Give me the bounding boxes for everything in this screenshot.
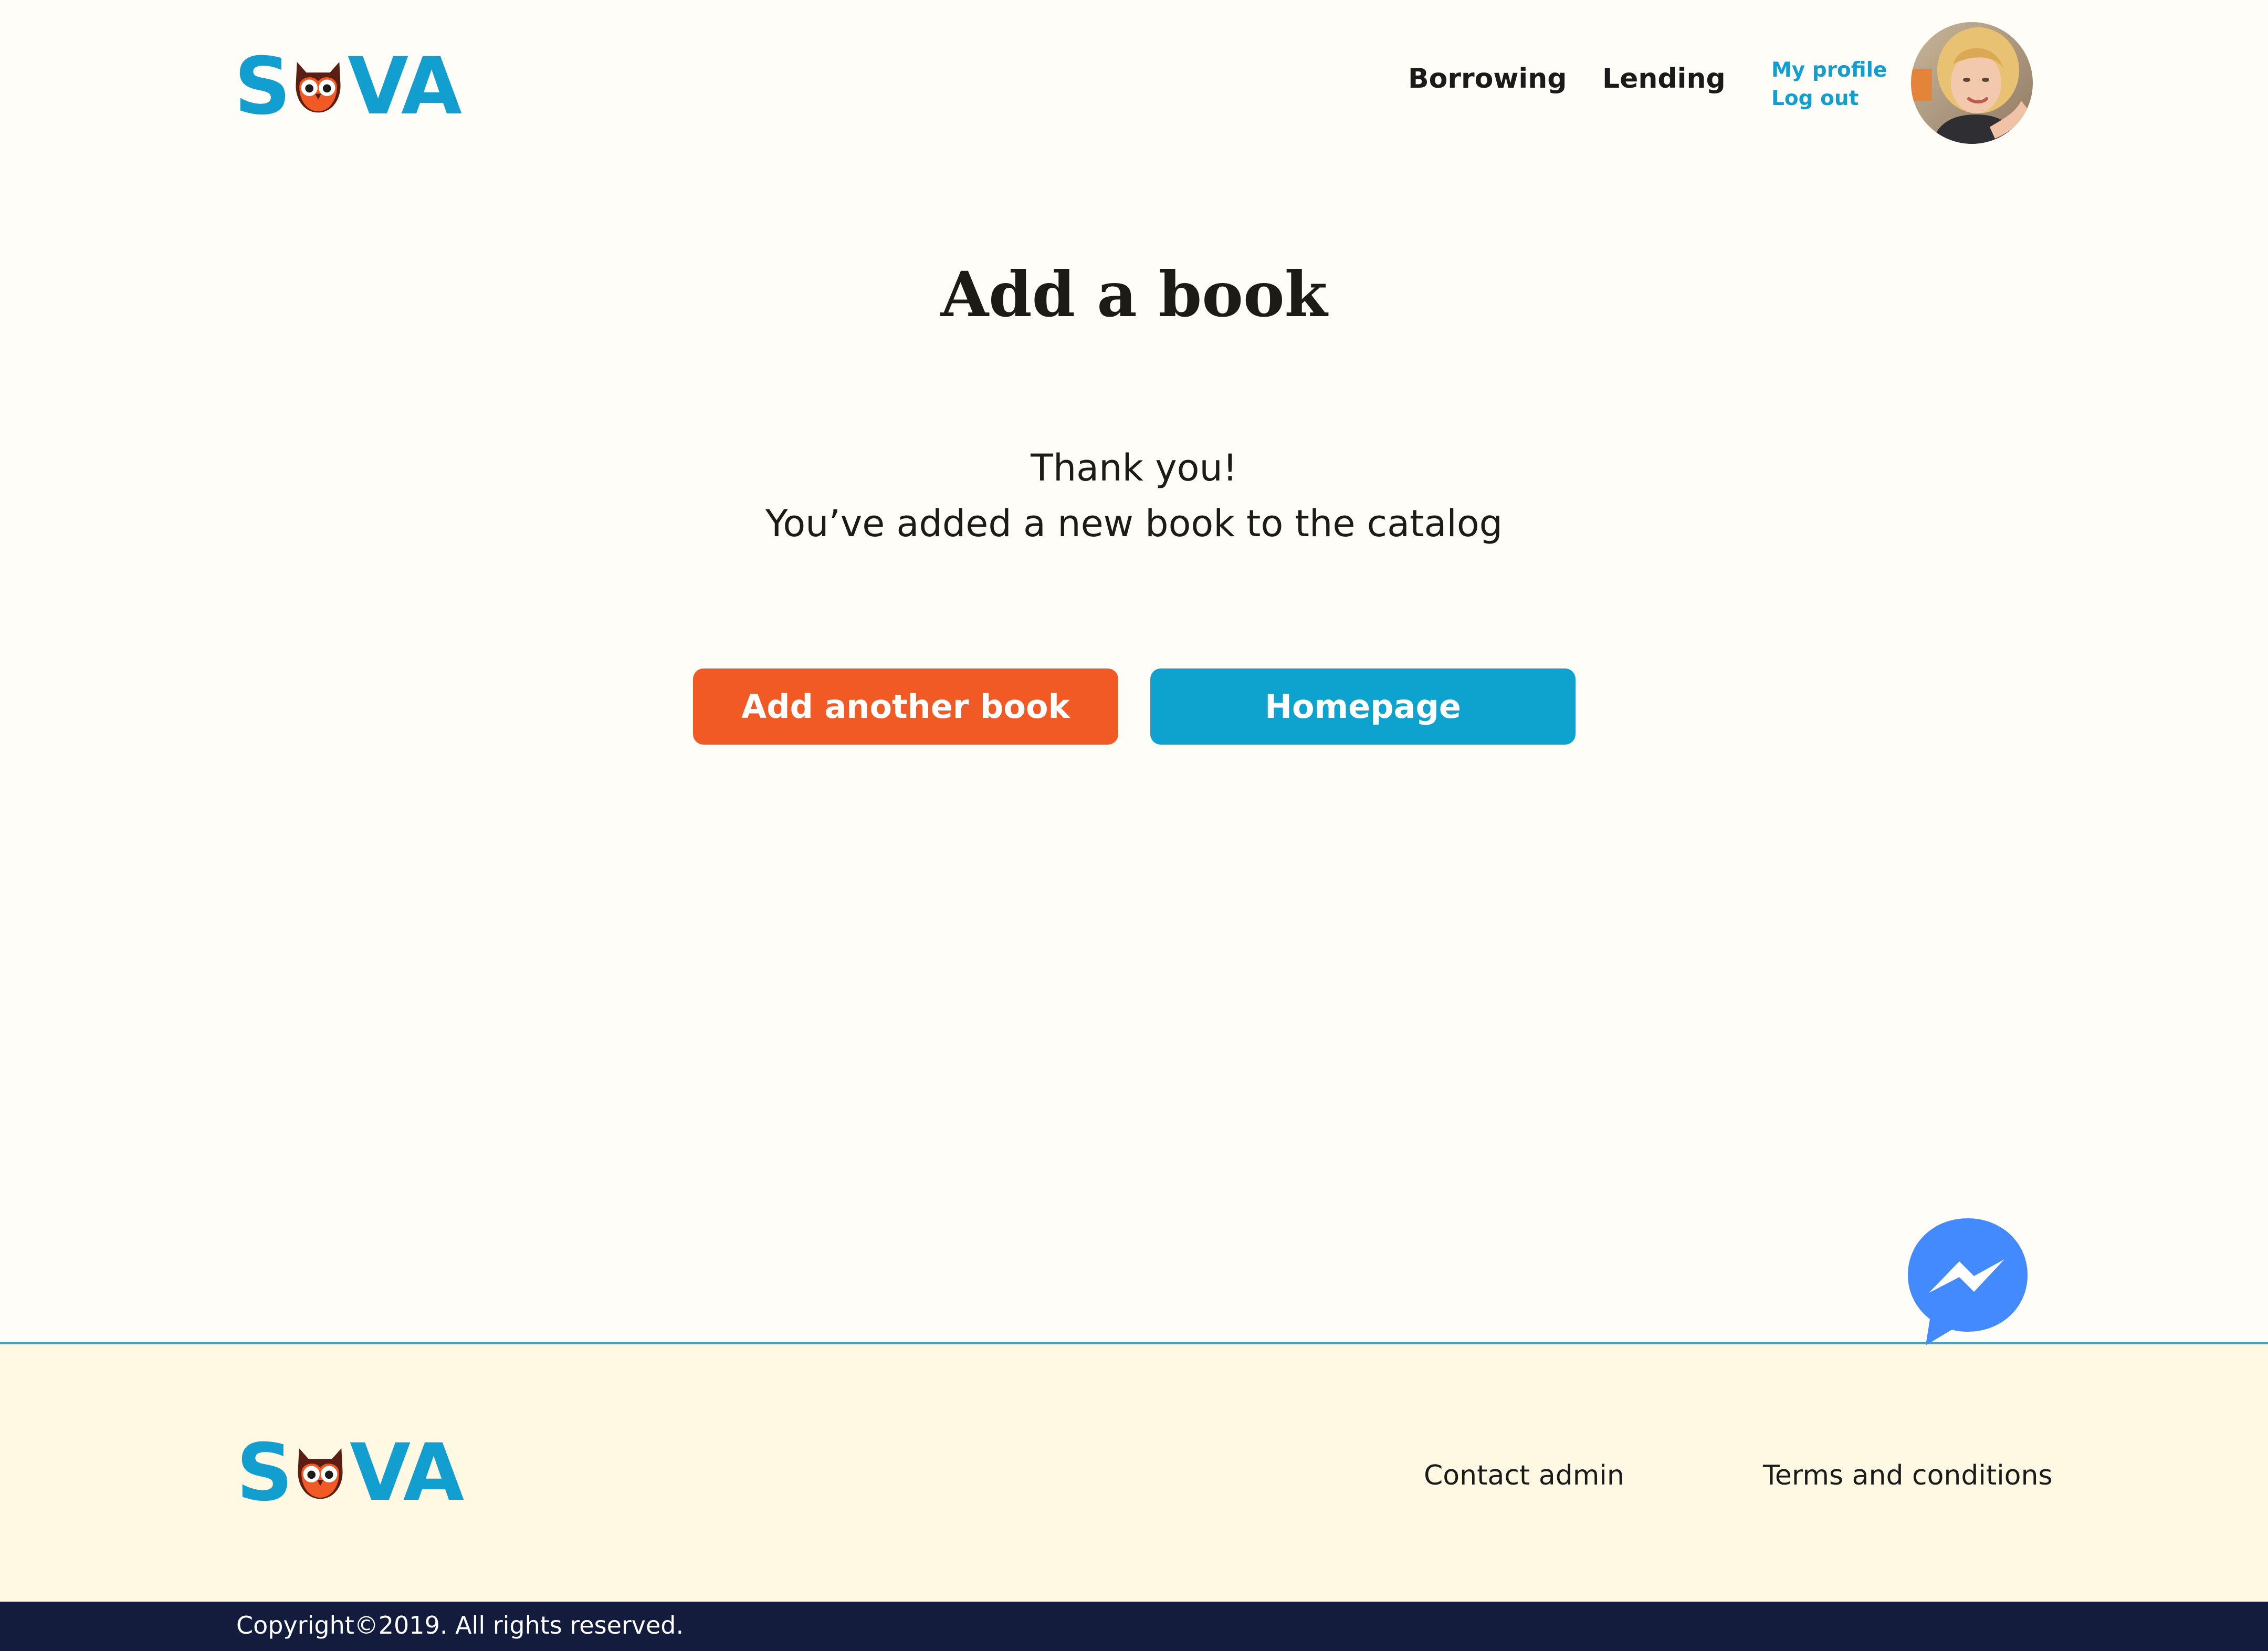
logo-letters-va: VA xyxy=(350,1427,464,1519)
site-header: S VA Borrowing Lending My profile Log ou… xyxy=(0,0,2268,173)
message-line-thanks: Thank you! xyxy=(1031,446,1237,489)
owl-icon xyxy=(291,1444,350,1502)
header-logo[interactable]: S VA xyxy=(234,47,462,126)
copyright-text: Copyright©2019. All rights reserved. xyxy=(236,1611,684,1639)
messenger-icon xyxy=(1906,1216,2030,1346)
account-links: My profile Log out xyxy=(1771,58,1887,111)
owl-icon xyxy=(289,57,348,116)
copyright-bar: Copyright©2019. All rights reserved. xyxy=(0,1602,2268,1651)
terms-and-conditions-link[interactable]: Terms and conditions xyxy=(1763,1460,2053,1491)
message-line-added: You’ve added a new book to the catalog xyxy=(765,502,1503,545)
nav-borrowing[interactable]: Borrowing xyxy=(1408,63,1567,95)
messenger-chat-button[interactable] xyxy=(1906,1216,2030,1346)
logo-letter-s: S xyxy=(236,1427,293,1519)
footer-logo[interactable]: S VA xyxy=(236,1434,464,1512)
contact-admin-link[interactable]: Contact admin xyxy=(1424,1460,1624,1491)
confirmation-message: Thank you! You’ve added a new book to th… xyxy=(0,440,2268,551)
my-profile-link[interactable]: My profile xyxy=(1771,58,1887,83)
site-footer: S VA Contact admin Terms and conditions xyxy=(0,1342,2268,1602)
logo-letters-va: VA xyxy=(348,41,462,132)
logo-letter-s: S xyxy=(234,41,291,132)
log-out-link[interactable]: Log out xyxy=(1771,86,1887,111)
page-title: Add a book xyxy=(940,258,1328,331)
homepage-button[interactable]: Homepage xyxy=(1150,668,1576,745)
avatar[interactable] xyxy=(1911,22,2033,144)
add-another-book-button[interactable]: Add another book xyxy=(693,668,1118,745)
nav-lending[interactable]: Lending xyxy=(1602,63,1726,95)
